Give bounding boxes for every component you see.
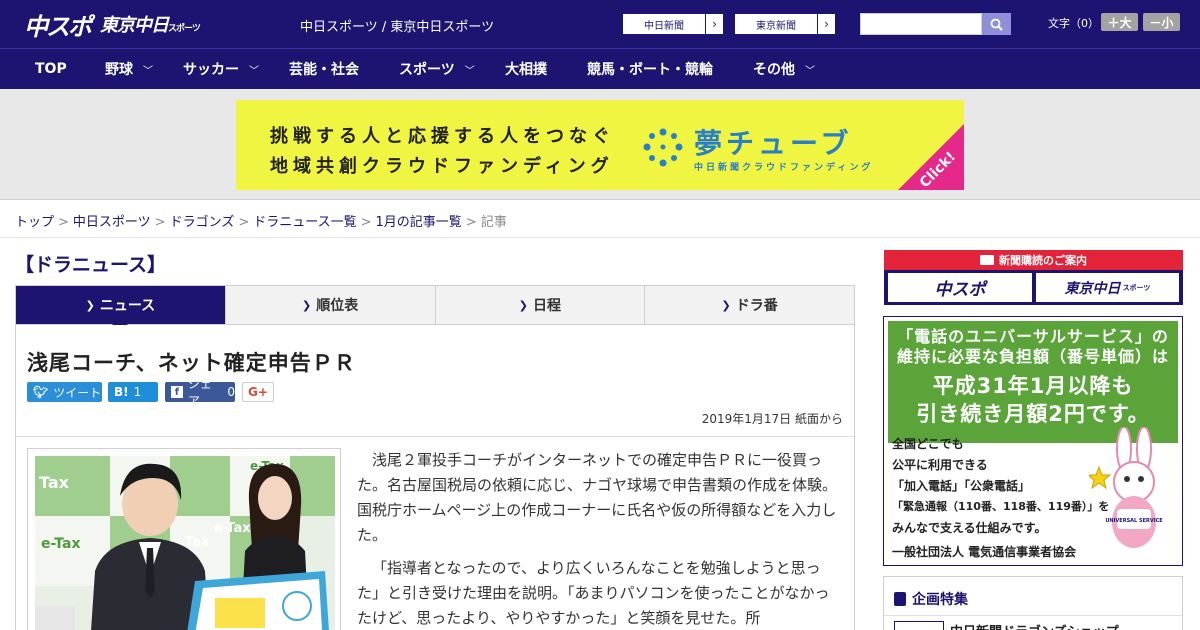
tab-schedule[interactable]: ❯ 日程 (436, 286, 646, 324)
breadcrumb-dora-news-list[interactable]: ドラニュース一覧 (253, 215, 356, 230)
facebook-share-button[interactable]: f シェア 0 (165, 377, 235, 408)
breadcrumb-top[interactable]: トップ (15, 215, 54, 230)
nav-item-sports[interactable]: スポーツ ﹀ (399, 49, 475, 89)
dora-tabs: ❯ ニュース ❯ 順位表 ❯ 日程 ❯ ドラ番 (15, 285, 855, 332)
photo-sign: e-Tax (41, 536, 80, 552)
rabbit-mascot-icon: UNIVERSAL SERVICE (1089, 427, 1163, 548)
breadcrumb-current: 記事 (480, 215, 507, 230)
logo-chusupo: 中スポ (24, 12, 92, 41)
ad-subtitle: 中日新聞クラウドファンディング (694, 163, 874, 173)
article: 浅尾コーチ、ネット確定申告ＰＲ 🐦︎ ツイート B! 1 f シェア 0 G+ 201… (15, 325, 855, 630)
breadcrumb-january-list[interactable]: 1月の記事一覧 (376, 215, 462, 230)
ad-line-2: 地域共創クラウドファンディング (270, 156, 614, 177)
feature-thumbnail[interactable] (894, 621, 944, 630)
google-plus-icon: G+ (248, 385, 268, 399)
nav-item-soccer[interactable]: サッカー ﹀ (183, 49, 259, 89)
main-nav: TOP 野球 ﹀ サッカー ﹀ 芸能・社会 スポーツ ﹀ 大相撲 競馬・ボート・競輪 … (0, 48, 1200, 89)
chevron-right-icon: ❯ (518, 298, 528, 312)
article-photo-frame: Tax e-Tax e-Tax e-Tax Tax 確 (27, 448, 341, 630)
yume-tube-logo-icon (643, 128, 683, 167)
tab-standings[interactable]: ❯ 順位表 (226, 286, 436, 324)
photo-illustration: Tax e-Tax e-Tax e-Tax Tax 確 (35, 456, 335, 630)
subscribe-tokyo-chunichi-logo[interactable]: 東京中日 スポーツ (1036, 273, 1179, 302)
article-paragraph: 浅尾２軍投手コーチがインターネットでの確定申告ＰＲに一役買った。名古屋国税局の依… (357, 451, 838, 544)
breadcrumb-dragons[interactable]: ドラゴンズ (170, 215, 235, 230)
photo-sign: Tax (185, 535, 210, 550)
article-dateline: 2019年1月17日 紙面から (701, 412, 843, 426)
nav-item-other[interactable]: その他 ﹀ (753, 49, 815, 89)
universal-service-ad[interactable]: 「電話のユニバーサルサービス」の 維持に必要な負担額（番号単価）は 平成31年1… (883, 316, 1183, 566)
chevron-down-icon: ﹀ (464, 65, 475, 77)
ad-line-1: 挑戦する人と応援する人をつなぐ (270, 126, 615, 147)
chevron-down-icon: ﹀ (143, 65, 153, 77)
article-paragraph: 「指導者となったので、より広くいろんなことを勉強しようと思った」と引き受けた理由… (357, 559, 830, 627)
photo-sign: e-Tax (214, 521, 251, 536)
article-divider (16, 436, 854, 437)
tab-news[interactable]: ❯ ニュース (16, 286, 226, 332)
nav-item-entertainment[interactable]: 芸能・社会 (289, 49, 359, 89)
font-size-increase-button[interactable]: ＋大 (1101, 13, 1138, 31)
tab-dora-ban[interactable]: ❯ ドラ番 (645, 286, 854, 324)
hatena-bookmark-button[interactable]: B! 1 (108, 382, 158, 402)
chevron-right-icon: › (705, 14, 723, 34)
ad-brand: 夢チューブ (694, 127, 853, 160)
breadcrumb-chunichi-sports[interactable]: 中日スポーツ (73, 215, 151, 230)
google-plus-button[interactable]: G+ (242, 382, 274, 402)
ad-band: 挑戦する人と応援する人をつなぐ 地域共創クラウドファンディング 夢チューブ 中日… (0, 89, 1200, 200)
breadcrumb: トップ > 中日スポーツ > ドラゴンズ > ドラニュース一覧 >1月の記事一覧 > 記事 (15, 215, 507, 230)
article-body: 浅尾２軍投手コーチがインターネットでの確定申告ＰＲに一役買った。名古屋国税局の依… (357, 448, 837, 630)
subscribe-chusupo-logo[interactable]: 中スポ (888, 273, 1032, 302)
feature-box: 企画特集 中日新聞ドラゴンズショップ (883, 576, 1183, 630)
nav-item-racing[interactable]: 競馬・ボート・競輪 (587, 49, 713, 89)
feature-item-dragons-shop[interactable]: 中日新聞ドラゴンズショップ (950, 621, 1119, 630)
nav-item-sumo[interactable]: 大相撲 (505, 49, 547, 89)
feature-divider (884, 615, 1182, 616)
universal-ad-headline: 「電話のユニバーサルサービス」の 維持に必要な負担額（番号単価）は 平成31年1… (888, 321, 1178, 443)
subscription-header: 新聞購読のご案内 (884, 250, 1183, 270)
font-size-decrease-button[interactable]: －小 (1143, 13, 1180, 31)
facebook-icon: f (171, 386, 183, 398)
chevron-down-icon: ﹀ (249, 65, 259, 77)
photo-sign: Tax (39, 473, 70, 492)
article-headline: 浅尾コーチ、ネット確定申告ＰＲ (27, 351, 356, 375)
chevron-down-icon: ﹀ (805, 65, 815, 77)
logo-tokyo-chunichi: 東京中日スポーツ (100, 15, 201, 36)
ribbon-icon (894, 592, 906, 606)
article-photo[interactable]: Tax e-Tax e-Tax e-Tax Tax 確 (35, 456, 335, 630)
chevron-right-icon: ❯ (721, 298, 731, 312)
font-size-label: 文字（0） (1048, 17, 1099, 30)
hatena-icon: B! (114, 385, 129, 399)
search-button[interactable] (982, 13, 1011, 35)
universal-ad-footer: 一般社団法人 電気通信事業者協会 (892, 545, 1077, 559)
feature-title: 企画特集 (894, 589, 968, 609)
subscription-banner[interactable]: 新聞購読のご案内 中スポ 東京中日 スポーツ (884, 250, 1183, 305)
chevron-right-icon: ❯ (85, 298, 95, 312)
nav-item-baseball[interactable]: 野球 ﹀ (105, 49, 153, 89)
section-title: 【ドラニュース】 (15, 254, 167, 276)
breadcrumb-divider (0, 237, 1200, 238)
site-header: 中スポ 東京中日スポーツ 中日スポーツ / 東京中日スポーツ 中日新聞 › 東京… (0, 0, 1200, 48)
chevron-right-icon: ❯ (302, 298, 312, 312)
tokyo-shimbun-link[interactable]: 東京新聞 › (734, 13, 836, 35)
site-logo[interactable]: 中スポ 東京中日スポーツ (24, 8, 201, 41)
tweet-button[interactable]: 🐦︎ ツイート (27, 382, 102, 402)
svg-text:UNIVERSAL SERVICE: UNIVERSAL SERVICE (1105, 518, 1163, 524)
newspaper-icon (980, 255, 994, 265)
search-icon (990, 18, 1003, 31)
site-name-link[interactable]: 中日スポーツ / 東京中日スポーツ (300, 16, 494, 35)
twitter-icon: 🐦︎ (33, 385, 49, 399)
yume-tube-ad-banner[interactable]: 挑戦する人と応援する人をつなぐ 地域共創クラウドファンディング 夢チューブ 中日… (236, 100, 964, 190)
chevron-right-icon: › (817, 14, 835, 34)
nav-item-top[interactable]: TOP (35, 49, 67, 89)
search-input[interactable] (860, 13, 982, 35)
chunichi-shimbun-link[interactable]: 中日新聞 › (622, 13, 724, 35)
